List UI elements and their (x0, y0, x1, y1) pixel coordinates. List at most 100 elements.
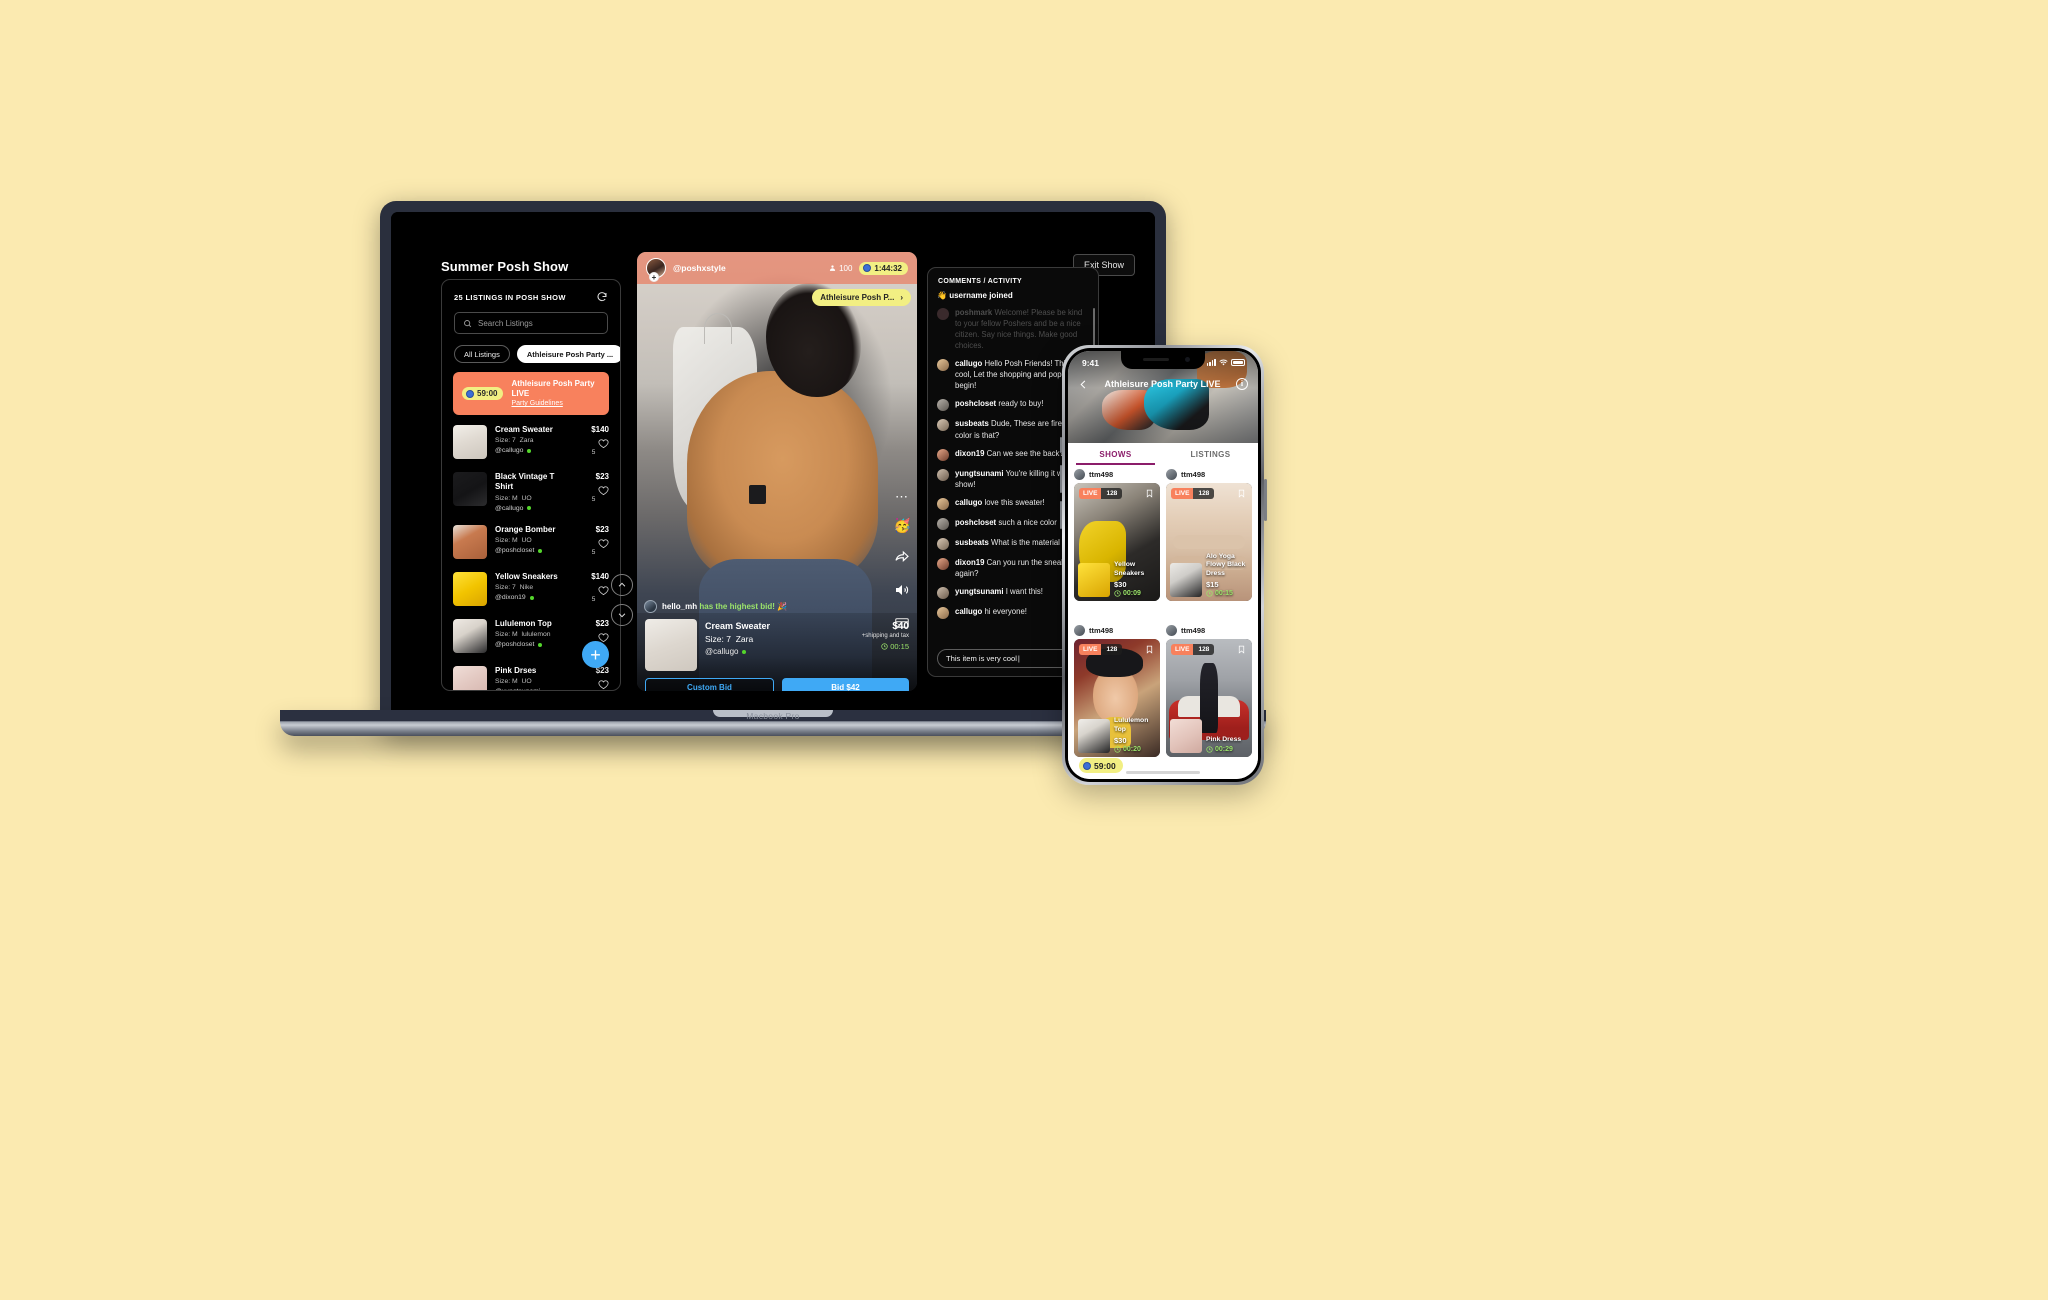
phone-home-indicator[interactable] (1126, 771, 1200, 774)
chip-athleisure-party[interactable]: Athleisure Posh Party ... (516, 345, 620, 363)
listing-price: $23 (595, 524, 609, 534)
live-badge: LIVE 128 (1171, 488, 1215, 499)
item-name: Alo Yoga Flowy Black Dress (1206, 552, 1246, 577)
previous-item-button[interactable] (611, 574, 633, 596)
bookmark-icon[interactable] (1145, 488, 1154, 499)
tab-shows[interactable]: SHOWS (1068, 443, 1163, 465)
phone-party-timer: 59:00 (1079, 758, 1123, 773)
bookmark-icon[interactable] (1145, 644, 1154, 655)
status-time: 9:41 (1082, 357, 1100, 368)
avatar (937, 448, 949, 461)
chip-all-listings[interactable]: All Listings (454, 345, 510, 363)
show-card[interactable]: ttm498 LIVE 128 Yellow Sneakers $30 00:0… (1074, 469, 1160, 619)
search-input[interactable]: Search Listings (454, 312, 608, 334)
item-price: $30 (1114, 580, 1127, 589)
listing-row[interactable]: Yellow Sneakers Size: 7 Nike @dixon19 $1… (453, 565, 609, 612)
join-notification: 👋 username joined (937, 291, 1013, 300)
show-card-username: ttm498 (1181, 470, 1206, 479)
listing-thumbnail (453, 524, 487, 559)
bid-item-user: @callugo (705, 647, 854, 656)
show-card-header: ttm498 (1166, 469, 1252, 480)
laptop-model-label: Macbook Pro (746, 711, 800, 721)
tab-listings[interactable]: LISTINGS (1163, 443, 1258, 465)
party-timer-badge: 59:00 (462, 387, 504, 401)
avatar (937, 419, 949, 432)
show-card[interactable]: ttm498 LIVE 128 (1074, 625, 1160, 775)
party-pill-button[interactable]: Athleisure Posh P... › (812, 289, 911, 306)
listing-price: $140 (591, 571, 609, 581)
avatar (1074, 469, 1085, 480)
listing-row[interactable]: Black Vintage T Shirt Size: M UO @callug… (453, 465, 609, 518)
add-listing-button[interactable]: + (582, 641, 609, 668)
heart-icon[interactable] (598, 679, 609, 690)
place-bid-button[interactable]: Bid $42 (782, 678, 909, 691)
show-card-media[interactable]: LIVE 128 Pink Dress 00:29 (1166, 639, 1252, 757)
signal-bars-icon (1206, 359, 1216, 366)
chevron-up-icon (618, 582, 626, 587)
listing-row[interactable]: Cream Sweater Size: 7 Zara @callugo $140… (453, 418, 609, 465)
online-dot-icon (527, 448, 532, 453)
chevron-left-icon[interactable] (1078, 379, 1089, 390)
online-dot-icon (538, 548, 543, 553)
item-price: $30 (1114, 736, 1127, 745)
bid-item-thumbnail (645, 619, 697, 671)
heart-icon[interactable] (598, 585, 609, 596)
battery-icon (1231, 359, 1245, 366)
listing-thumbnail (453, 472, 487, 506)
highest-bid-text: hello_mh has the highest bid! 🎉 (662, 602, 788, 611)
phone-power-button[interactable] (1264, 479, 1267, 521)
listing-size-brand: Size: M UO (495, 678, 532, 686)
heart-icon[interactable] (598, 438, 609, 449)
party-banner[interactable]: 59:00 Athleisure Posh Party LIVE Party G… (453, 372, 609, 416)
item-thumbnail (1170, 719, 1202, 753)
listing-user: @callugo (495, 447, 571, 454)
avatar (937, 497, 949, 510)
listing-user: @poshcloset (495, 547, 571, 554)
phone-show-grid[interactable]: ttm498 LIVE 128 Yellow Sneakers $30 00:0… (1068, 465, 1258, 779)
more-icon[interactable]: ⋯ (895, 490, 910, 503)
online-dot-icon (527, 506, 532, 511)
host-avatar[interactable]: + (646, 258, 666, 282)
follow-button[interactable]: + (649, 272, 659, 282)
listing-thumbnail (453, 571, 487, 606)
item-countdown: 00:09 (1114, 590, 1156, 597)
online-dot-icon (742, 649, 747, 654)
volume-icon[interactable] (894, 582, 910, 598)
show-card[interactable]: ttm498 LIVE 128 (1166, 469, 1252, 619)
bookmark-icon[interactable] (1237, 488, 1246, 499)
party-title: Athleisure Posh Party LIVE (511, 379, 595, 398)
bid-countdown: 00:15 (862, 642, 909, 651)
item-name: Lululemon Top (1114, 717, 1149, 733)
listing-row[interactable]: Orange Bomber Size: M UO @poshcloset $23… (453, 518, 609, 565)
phone-bezel: 9:41 Athleisure Posh Party LIVE i 59:00 (1065, 348, 1261, 782)
host-username[interactable]: @poshxstyle (673, 263, 822, 273)
party-face-icon[interactable]: 🥳 (894, 518, 911, 532)
show-card-media[interactable]: LIVE 128 Lululemon Top $30 00:20 (1074, 639, 1160, 757)
listing-title: Yellow Sneakers (495, 571, 558, 581)
listing-title: Cream Sweater (495, 425, 553, 434)
custom-bid-button[interactable]: Custom Bid (645, 678, 774, 691)
search-placeholder: Search Listings (478, 318, 533, 328)
show-card-media[interactable]: LIVE 128 Alo Yoga Flowy Black Dress $15 (1166, 483, 1252, 601)
party-guidelines-link[interactable]: Party Guidelines (511, 399, 600, 408)
item-thumbnail (1078, 719, 1110, 753)
info-icon[interactable]: i (1236, 378, 1248, 390)
show-card[interactable]: ttm498 LIVE 128 (1166, 625, 1252, 775)
next-item-button[interactable] (611, 604, 633, 626)
person-icon (1218, 762, 1225, 769)
laptop-screen: Summer Posh Show Exit Show 25 LISTINGS I… (391, 212, 1155, 723)
refresh-icon[interactable] (596, 291, 608, 303)
share-icon[interactable] (894, 549, 910, 565)
listings-panel-header: 25 LISTINGS IN POSH SHOW (442, 280, 620, 312)
video-nav-arrows (611, 574, 633, 626)
heart-icon[interactable] (598, 485, 609, 496)
live-video-player[interactable]: + @poshxstyle 100 1:44:32 Athleisure Pos… (637, 252, 917, 691)
show-card-header: ttm498 (1166, 625, 1252, 636)
phone-status-bar: 9:41 (1068, 351, 1258, 371)
heart-icon[interactable] (598, 538, 609, 549)
chevron-right-icon: › (900, 293, 903, 302)
avatar (937, 606, 949, 619)
show-card-media[interactable]: LIVE 128 Yellow Sneakers $30 00:09 (1074, 483, 1160, 601)
bookmark-icon[interactable] (1237, 644, 1246, 655)
avatar (937, 359, 949, 372)
